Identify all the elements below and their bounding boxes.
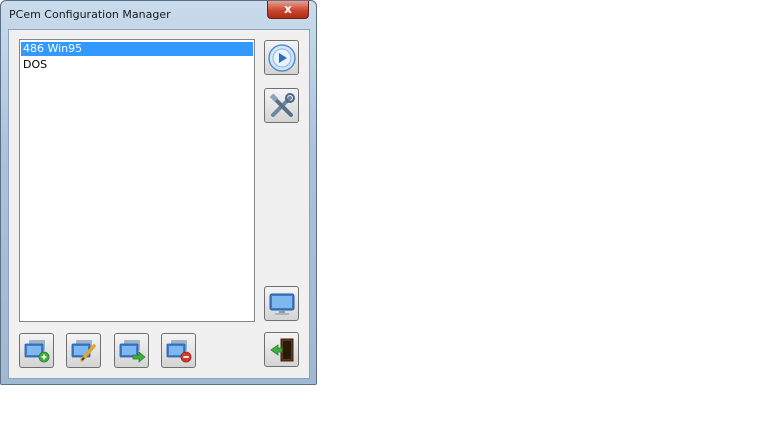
list-item[interactable]: 486 Win95 bbox=[21, 42, 253, 56]
copy-config-button[interactable] bbox=[114, 333, 149, 368]
pcem-config-window: PCem Configuration Manager x 486 Win95 D… bbox=[0, 0, 317, 385]
config-list[interactable]: 486 Win95 DOS bbox=[19, 39, 255, 322]
monitor-icon bbox=[269, 293, 294, 315]
play-icon bbox=[267, 43, 296, 72]
edit-config-button[interactable] bbox=[66, 333, 101, 368]
new-config-icon bbox=[24, 339, 49, 362]
delete-config-button[interactable] bbox=[161, 333, 196, 368]
list-item[interactable]: DOS bbox=[21, 58, 253, 72]
settings-button[interactable] bbox=[264, 88, 299, 123]
tools-icon bbox=[269, 92, 295, 117]
window-client-area: 486 Win95 DOS bbox=[8, 29, 310, 379]
copy-config-icon bbox=[119, 339, 146, 363]
window-title: PCem Configuration Manager bbox=[9, 8, 171, 21]
delete-config-icon bbox=[166, 339, 191, 362]
run-button[interactable] bbox=[264, 40, 299, 75]
edit-config-icon bbox=[71, 339, 96, 362]
display-button[interactable] bbox=[264, 286, 299, 321]
exit-door-icon bbox=[269, 338, 293, 361]
close-button[interactable]: x bbox=[267, 1, 309, 19]
exit-button[interactable] bbox=[264, 332, 299, 367]
new-config-button[interactable] bbox=[19, 333, 54, 368]
